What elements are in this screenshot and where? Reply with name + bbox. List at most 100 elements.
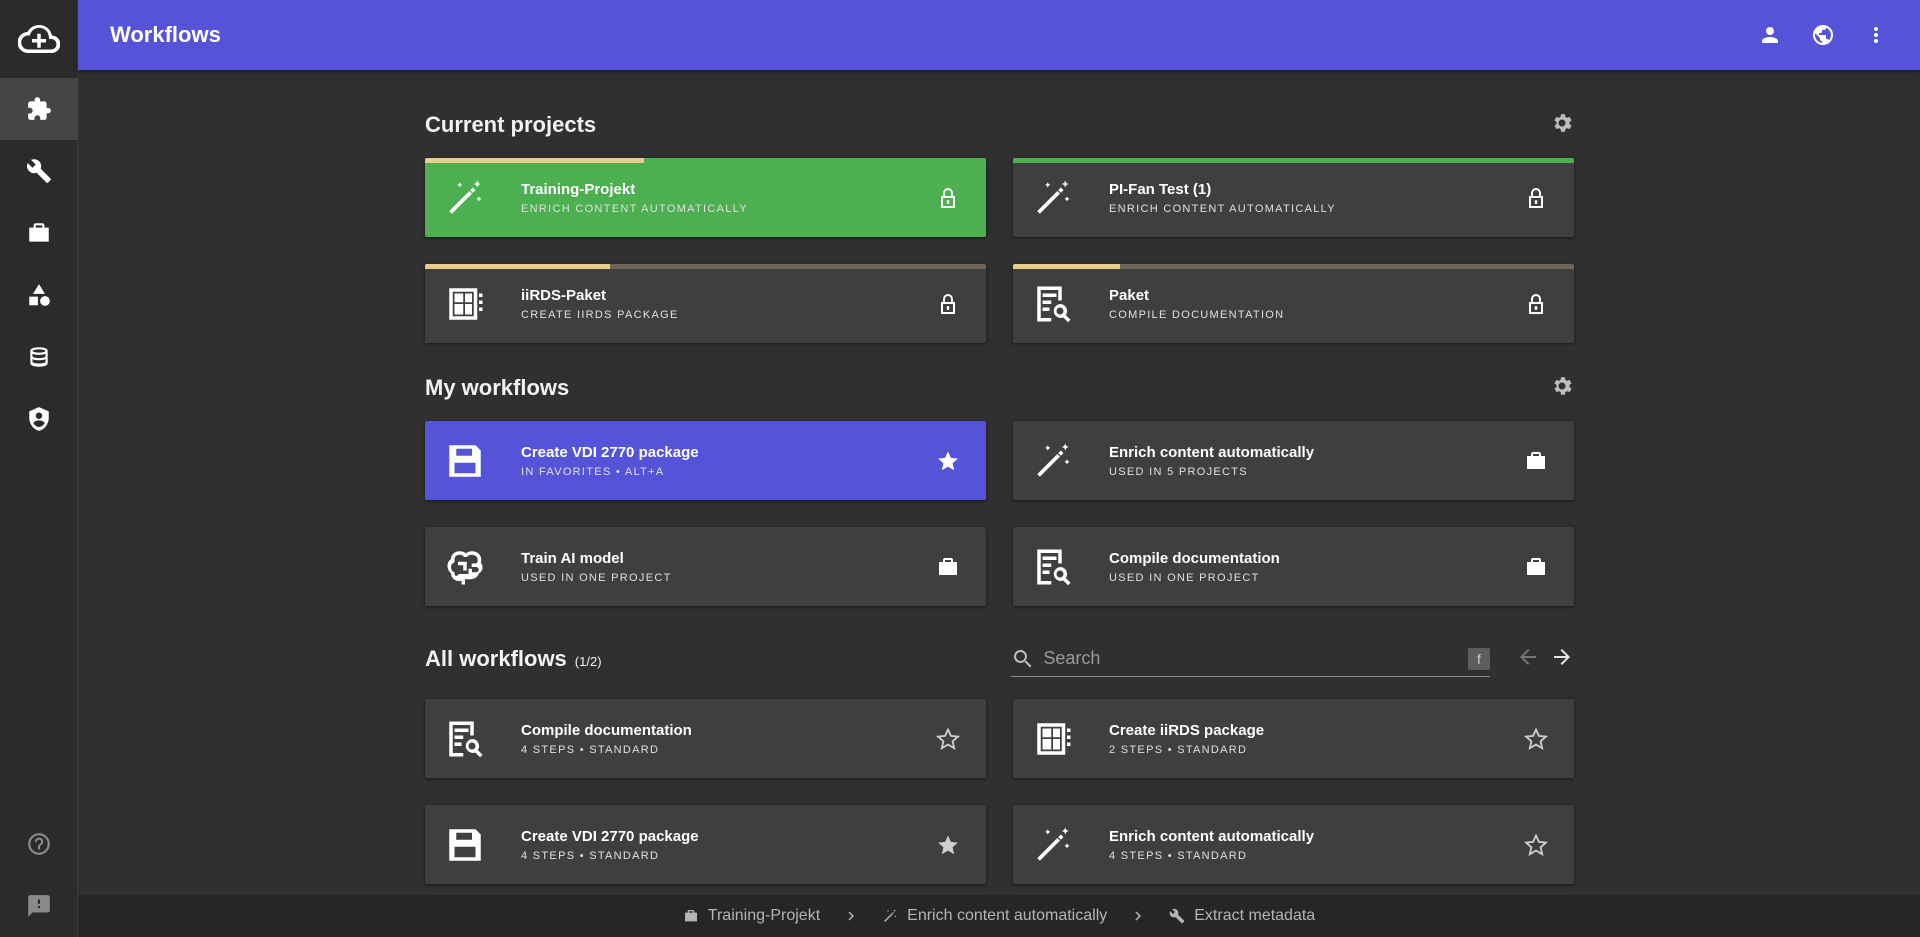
search-shortcut-badge: f [1468,647,1490,670]
gear-icon [1550,374,1574,398]
breadcrumb-step[interactable]: Extract metadata [1169,907,1315,925]
page-count: (1/2) [574,654,602,669]
document-search-icon [1032,546,1074,588]
projects-button[interactable] [910,555,986,579]
search-icon [1011,647,1035,671]
sidebar [0,0,78,937]
card-title: Enrich content automatically [1109,827,1315,845]
app-header: Workflows [78,0,1920,70]
card-subtitle: 4 STEPS • STANDARD [1109,849,1248,862]
chevron-right-icon [842,907,860,925]
card-title: Create VDI 2770 package [521,827,699,845]
favorite-button[interactable] [1498,833,1574,857]
sidebar-item-workflows[interactable] [0,78,78,140]
star-outline-icon [936,727,960,751]
workflow-card[interactable]: Train AI model USED IN ONE PROJECT [425,527,986,606]
all-workflows-header: All workflows (1/2) f [425,635,1574,683]
wrench-icon [1169,908,1185,924]
card-subtitle: USED IN 5 PROJECTS [1109,465,1248,478]
cloud-logo-icon[interactable] [0,0,77,78]
workflow-card[interactable]: Create VDI 2770 package IN FAVORITES • A… [425,421,986,500]
current-projects-grid: Training-Projekt ENRICH CONTENT AUTOMATI… [425,158,1574,343]
breadcrumb-label: Training-Projekt [707,907,821,924]
card-title: Compile documentation [521,721,692,739]
floppy-icon [444,824,486,866]
project-card[interactable]: iiRDS-Paket CREATE IIRDS PACKAGE [425,264,986,343]
card-subtitle: IN FAVORITES • ALT+A [521,465,665,478]
more-menu-button[interactable] [1849,23,1902,47]
current-projects-settings-button[interactable] [1550,111,1574,140]
workflow-card[interactable]: Enrich content automatically 4 STEPS • S… [1013,805,1574,884]
card-subtitle: 2 STEPS • STANDARD [1109,743,1248,756]
chevron-right-icon [1129,907,1147,925]
search-box: f [1011,641,1490,677]
card-subtitle: USED IN ONE PROJECT [1109,571,1260,584]
favorite-button[interactable] [1498,727,1574,751]
briefcase-icon [1524,449,1548,473]
card-title: Enrich content automatically [1109,443,1315,461]
sidebar-item-feedback[interactable] [0,875,78,937]
search-input[interactable] [1043,648,1468,669]
magic-wand-icon [1032,440,1074,482]
lock-button[interactable] [910,186,986,210]
card-subtitle: ENRICH CONTENT AUTOMATICALLY [1109,202,1336,215]
card-title: iiRDS-Paket [521,286,607,304]
magic-wand-icon [444,177,486,219]
workflow-card[interactable]: Compile documentation USED IN ONE PROJEC… [1013,527,1574,606]
briefcase-icon [936,555,960,579]
lock-button[interactable] [1498,292,1574,316]
workflow-card[interactable]: Enrich content automatically USED IN 5 P… [1013,421,1574,500]
section-title: All workflows (1/2) [425,646,1011,672]
briefcase-icon [26,220,52,246]
sidebar-item-database[interactable] [0,326,78,388]
lock-button[interactable] [910,292,986,316]
lock-icon [936,292,960,316]
gear-icon [1550,111,1574,135]
projects-button[interactable] [1498,555,1574,579]
help-icon [26,831,52,857]
briefcase-icon [1524,555,1548,579]
sidebar-item-help[interactable] [0,813,78,875]
package-grid-icon [444,283,486,325]
prev-page-button[interactable] [1506,645,1540,674]
projects-button[interactable] [1498,449,1574,473]
database-icon [26,344,52,370]
sidebar-item-projects[interactable] [0,202,78,264]
my-workflows-settings-button[interactable] [1550,374,1574,403]
breadcrumb-workflow[interactable]: Enrich content automatically [882,907,1107,925]
lock-button[interactable] [1498,186,1574,210]
breadcrumb-label: Enrich content automatically [907,907,1108,924]
main-content: Current projects Training-Projekt ENRICH… [425,70,1574,884]
star-outline-icon [1524,833,1548,857]
card-subtitle: 4 STEPS • STANDARD [521,849,660,862]
project-card[interactable]: Training-Projekt ENRICH CONTENT AUTOMATI… [425,158,986,237]
card-title: Compile documentation [1109,549,1280,567]
sidebar-item-tools[interactable] [0,140,78,202]
account-button[interactable] [1743,23,1796,47]
project-card[interactable]: PI-Fan Test (1) ENRICH CONTENT AUTOMATIC… [1013,158,1574,237]
workflow-card[interactable]: Compile documentation 4 STEPS • STANDARD [425,699,986,778]
lock-icon [936,186,960,210]
magic-wand-icon [1032,824,1074,866]
my-workflows-header: My workflows [425,368,1574,408]
arrow-right-icon [1550,645,1574,669]
workflow-card[interactable]: Create VDI 2770 package 4 STEPS • STANDA… [425,805,986,884]
breadcrumb-label: Extract metadata [1194,907,1316,924]
current-projects-header: Current projects [425,105,1574,145]
favorite-button[interactable] [910,449,986,473]
floppy-icon [444,440,486,482]
feedback-icon [26,893,52,919]
workflow-card[interactable]: Create iiRDS package 2 STEPS • STANDARD [1013,699,1574,778]
more-vert-icon [1864,23,1888,47]
favorite-button[interactable] [910,833,986,857]
arrow-left-icon [1516,645,1540,669]
card-subtitle: CREATE IIRDS PACKAGE [521,308,679,321]
section-title: My workflows [425,375,570,400]
sidebar-item-shapes[interactable] [0,264,78,326]
breadcrumb-project[interactable]: Training-Projekt [683,907,820,925]
sidebar-item-admin[interactable] [0,388,78,450]
language-button[interactable] [1796,23,1849,47]
next-page-button[interactable] [1540,645,1574,674]
project-card[interactable]: Paket COMPILE DOCUMENTATION [1013,264,1574,343]
favorite-button[interactable] [910,727,986,751]
